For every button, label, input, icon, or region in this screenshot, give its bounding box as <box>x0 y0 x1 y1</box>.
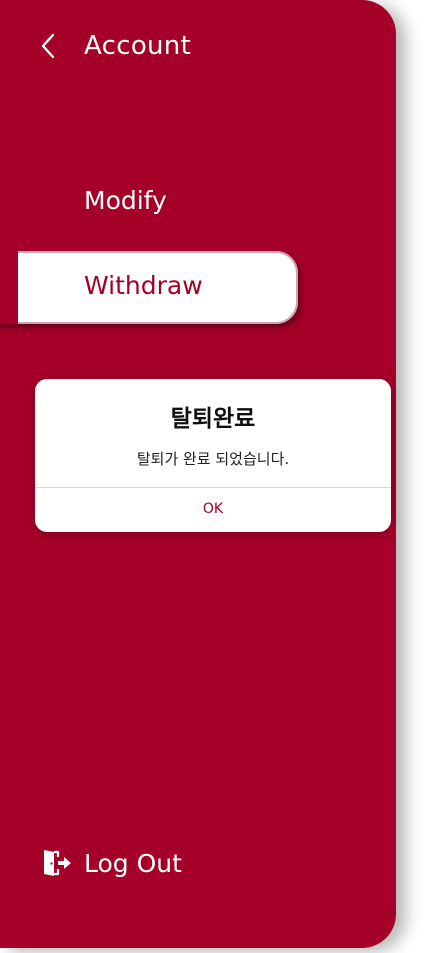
chevron-left-icon <box>41 33 55 59</box>
logout-door-icon <box>40 847 72 879</box>
ok-button[interactable]: OK <box>35 488 391 532</box>
menu-item-withdraw-label: Withdraw <box>84 271 203 300</box>
logout-button[interactable]: Log Out <box>40 845 182 881</box>
active-indicator <box>0 251 18 324</box>
dialog-title: 탈퇴완료 <box>170 406 256 432</box>
menu-item-modify[interactable]: Modify <box>84 186 167 215</box>
menu-item-withdraw[interactable]: Withdraw <box>0 251 298 324</box>
withdraw-complete-dialog: 탈퇴완료 탈퇴가 완료 되었습니다. OK <box>35 379 391 532</box>
page-title: Account <box>84 31 192 61</box>
drawer-header: Account <box>36 28 191 64</box>
logout-label: Log Out <box>84 848 182 878</box>
back-button[interactable] <box>36 30 60 62</box>
page: Account Modify Withdraw Log Out 탈퇴완료 탈퇴가… <box>0 0 426 953</box>
dialog-message: 탈퇴가 완료 되었습니다. <box>136 450 290 468</box>
